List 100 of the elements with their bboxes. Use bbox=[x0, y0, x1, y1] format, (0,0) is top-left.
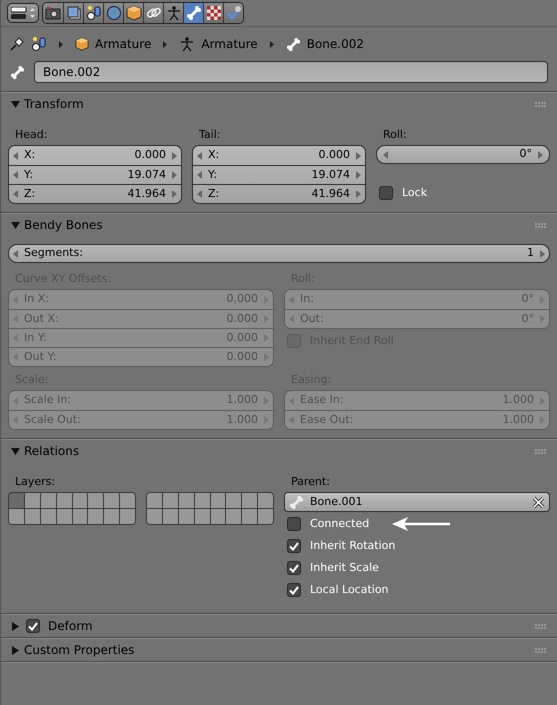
decrement-arrow-icon[interactable] bbox=[197, 190, 202, 198]
separator-arrow-icon bbox=[59, 40, 63, 48]
grip-icon[interactable] bbox=[535, 222, 547, 228]
clear-icon[interactable] bbox=[532, 496, 545, 508]
increment-arrow-icon[interactable] bbox=[172, 171, 177, 179]
properties-tab[interactable] bbox=[83, 3, 103, 23]
shapes-icon bbox=[86, 5, 102, 21]
increment-arrow-icon[interactable] bbox=[540, 250, 545, 258]
layer-toggle[interactable] bbox=[56, 509, 72, 524]
layer-toggle[interactable] bbox=[226, 509, 242, 524]
checkbox[interactable] bbox=[287, 517, 301, 531]
number-field[interactable]: Z: 41.964 bbox=[193, 184, 365, 203]
layer-toggle[interactable] bbox=[88, 509, 104, 524]
number-field[interactable]: Z: 41.964 bbox=[9, 184, 181, 203]
editor-type-button[interactable] bbox=[7, 3, 39, 23]
number-field[interactable]: Y: 19.074 bbox=[9, 165, 181, 184]
layer-toggle[interactable] bbox=[9, 509, 24, 524]
properties-tab[interactable] bbox=[183, 3, 203, 23]
layer-toggle[interactable] bbox=[258, 493, 273, 508]
layer-toggle[interactable] bbox=[147, 509, 162, 524]
number-field[interactable]: X: 0.000 bbox=[9, 146, 181, 165]
layer-toggle[interactable] bbox=[72, 509, 88, 524]
decrement-arrow-icon[interactable] bbox=[197, 152, 202, 160]
checkbox[interactable] bbox=[287, 561, 301, 575]
decrement-arrow-icon[interactable] bbox=[13, 250, 18, 258]
cube-icon bbox=[75, 37, 89, 51]
properties-tab[interactable] bbox=[123, 3, 143, 23]
bone-icon bbox=[186, 5, 202, 21]
increment-arrow-icon[interactable] bbox=[172, 190, 177, 198]
panel-header[interactable]: Bendy Bones bbox=[1, 214, 557, 236]
layer-toggle[interactable] bbox=[120, 493, 135, 508]
layer-toggle[interactable] bbox=[24, 493, 40, 508]
layer-toggle[interactable] bbox=[120, 509, 135, 524]
bone-icon bbox=[10, 64, 25, 80]
grip-icon[interactable] bbox=[535, 648, 547, 652]
layer-toggle[interactable] bbox=[178, 509, 194, 524]
layer-toggle[interactable] bbox=[40, 493, 56, 508]
decrement-arrow-icon[interactable] bbox=[383, 150, 388, 158]
disclosure-triangle-icon bbox=[11, 100, 20, 108]
layer-toggle[interactable] bbox=[88, 493, 104, 508]
layer-toggle[interactable] bbox=[242, 509, 258, 524]
increment-arrow-icon[interactable] bbox=[356, 152, 361, 160]
layer-toggle[interactable] bbox=[242, 493, 258, 508]
panel-header[interactable]: Relations bbox=[1, 440, 557, 462]
properties-tab[interactable] bbox=[163, 3, 183, 23]
increment-arrow-icon[interactable] bbox=[538, 150, 543, 158]
decrement-arrow-icon[interactable] bbox=[13, 152, 18, 160]
breadcrumb-item[interactable]: Armature bbox=[201, 35, 258, 53]
checkbox[interactable] bbox=[379, 186, 393, 200]
checkbox[interactable] bbox=[287, 583, 301, 597]
breadcrumb-item[interactable]: Bone.002 bbox=[306, 35, 364, 53]
layer-toggle[interactable] bbox=[72, 493, 88, 508]
layer-toggle[interactable] bbox=[210, 493, 226, 508]
layer-toggle[interactable] bbox=[178, 493, 194, 508]
layer-toggle[interactable] bbox=[258, 509, 273, 524]
panel-header[interactable]: Deform bbox=[1, 615, 557, 637]
increment-arrow-icon[interactable] bbox=[356, 190, 361, 198]
decrement-arrow-icon[interactable] bbox=[197, 171, 202, 179]
layer-toggle[interactable] bbox=[162, 493, 178, 508]
properties-tab[interactable] bbox=[223, 3, 243, 23]
number-field[interactable]: Segments: 1 bbox=[8, 244, 550, 263]
number-field[interactable]: Y: 19.074 bbox=[193, 165, 365, 184]
layer-toggle[interactable] bbox=[210, 509, 226, 524]
decrement-arrow-icon[interactable] bbox=[13, 171, 18, 179]
layer-toggle[interactable] bbox=[104, 509, 120, 524]
layer-toggle[interactable] bbox=[226, 493, 242, 508]
properties-tab[interactable] bbox=[203, 3, 223, 23]
properties-tab[interactable] bbox=[143, 3, 163, 23]
grip-icon[interactable] bbox=[535, 102, 547, 106]
grip-icon[interactable] bbox=[535, 624, 547, 628]
layer-toggle[interactable] bbox=[104, 493, 120, 508]
panel-header[interactable]: Custom Properties bbox=[1, 639, 557, 661]
checkbox[interactable] bbox=[26, 619, 40, 633]
layer-toggle[interactable] bbox=[194, 509, 210, 524]
properties-tab[interactable] bbox=[43, 3, 63, 23]
checkbox[interactable] bbox=[287, 539, 301, 553]
checkbox-label: Inherit Scale bbox=[310, 560, 379, 576]
layer-toggle[interactable] bbox=[24, 509, 40, 524]
breadcrumb-item[interactable]: Armature bbox=[95, 35, 152, 53]
globe-icon bbox=[106, 5, 122, 21]
layer-toggle[interactable] bbox=[147, 493, 162, 508]
layer-toggle[interactable] bbox=[194, 493, 210, 508]
layer-toggle[interactable] bbox=[162, 509, 178, 524]
properties-tab[interactable] bbox=[63, 3, 83, 23]
panel-header[interactable]: Transform bbox=[1, 93, 557, 115]
disclosure-triangle-icon bbox=[11, 446, 20, 456]
disclosure-triangle-icon bbox=[11, 622, 20, 630]
number-field[interactable]: X: 0.000 bbox=[193, 146, 365, 165]
increment-arrow-icon[interactable] bbox=[356, 171, 361, 179]
increment-arrow-icon[interactable] bbox=[172, 152, 177, 160]
layer-toggle[interactable] bbox=[56, 493, 72, 508]
layer-toggle[interactable] bbox=[9, 493, 24, 508]
layer-toggle[interactable] bbox=[40, 509, 56, 524]
parent-field[interactable]: Bone.001 bbox=[284, 492, 550, 512]
name-field[interactable]: Bone.002 bbox=[34, 61, 548, 83]
pin-icon[interactable] bbox=[9, 36, 25, 52]
number-field[interactable]: 0° bbox=[376, 145, 550, 164]
grip-icon[interactable] bbox=[535, 448, 547, 454]
bone-icon bbox=[289, 494, 304, 510]
decrement-arrow-icon[interactable] bbox=[13, 190, 18, 198]
